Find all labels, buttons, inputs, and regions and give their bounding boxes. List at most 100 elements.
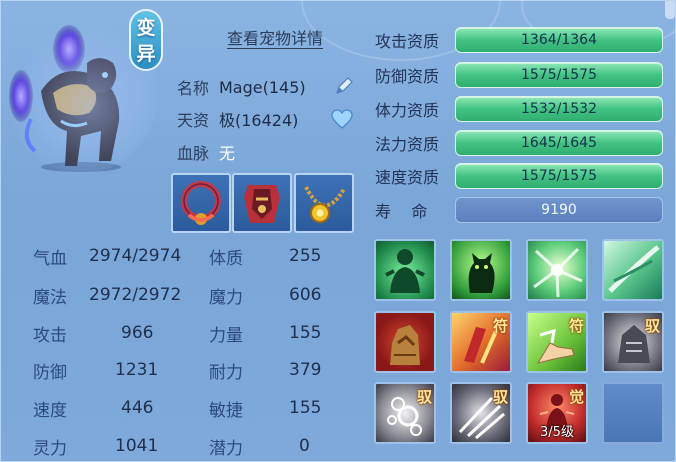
skill-tag: 驭 (416, 388, 432, 406)
pet-info-panel: 变 异 查看宠物详情 名称 Mage(145) 天资 极(16424) 血脉 无 (0, 0, 676, 462)
skill-tag: 符 (492, 317, 508, 335)
green-spirit-skill-icon (385, 249, 425, 293)
bloodline-value: 无 (219, 144, 236, 163)
aptitude-bar: 1532/1532 (455, 96, 663, 122)
skill-slot[interactable]: 驭 (450, 382, 512, 444)
stat-defense: 防御 1231 (33, 357, 158, 383)
stat-label: 气血 (33, 248, 67, 269)
stat-spirit: 灵力 1041 (33, 433, 158, 459)
rock-golem-skill-icon (390, 325, 420, 365)
skill-slot[interactable] (374, 311, 436, 373)
bloodline-row: 血脉 无 (177, 140, 235, 164)
stat-value: 255 (289, 246, 322, 266)
skill-slot[interactable]: 符 (450, 311, 512, 373)
bloodline-label: 血脉 (177, 144, 210, 163)
stat-label: 敏捷 (209, 400, 243, 421)
talent-row: 天资 极(16424) (177, 107, 298, 131)
view-pet-details-link[interactable]: 查看宠物详情 (213, 25, 337, 49)
scrollbar-thumb[interactable] (665, 1, 675, 19)
aptitude-speed: 速度资质 1575/1575 (375, 163, 663, 189)
red-armor-icon (244, 185, 280, 223)
equip-slot-collar[interactable] (171, 173, 231, 233)
aptitude-mana: 法力资质 1645/1645 (375, 130, 663, 156)
stat-magic-power: 魔力 606 (209, 282, 321, 308)
mutation-badge: 变 异 (129, 9, 163, 71)
stat-label: 灵力 (33, 438, 67, 459)
stat-value: 1041 (115, 436, 159, 456)
skill-tag: 驭 (644, 317, 660, 335)
shadow-cat-skill-icon (468, 253, 495, 293)
aptitude-bar: 1575/1575 (455, 62, 663, 88)
aptitude-stamina: 体力资质 1532/1532 (375, 96, 663, 122)
stat-label: 魔法 (33, 287, 67, 308)
stat-label: 速度 (33, 400, 67, 421)
stat-speed: 速度 446 (33, 395, 153, 421)
lifespan-label: 寿 命 (375, 202, 428, 221)
name-label: 名称 (177, 79, 210, 98)
equip-slot-necklace[interactable] (294, 173, 354, 233)
stat-hp: 气血 2974/2974 (33, 243, 181, 269)
stat-agility: 敏捷 155 (209, 395, 321, 421)
stat-endurance: 耐力 379 (209, 357, 321, 383)
skill-tag: 符 (568, 317, 584, 335)
stat-value: 155 (289, 398, 322, 418)
stat-label: 魔力 (209, 287, 243, 308)
badge-char: 变 (136, 17, 156, 39)
heart-icon (331, 109, 353, 129)
stat-label: 力量 (209, 325, 243, 346)
name-row: 名称 Mage(145) (177, 75, 306, 99)
lifespan-bar: 9190 (455, 197, 663, 223)
skill-slot[interactable]: 驭 (602, 311, 664, 373)
aptitude-label: 速度资质 (375, 168, 440, 187)
aptitude-defense: 防御资质 1575/1575 (375, 62, 663, 88)
skill-slot[interactable] (374, 239, 436, 301)
skill-tag: 驭 (492, 388, 508, 406)
stat-strength: 力量 155 (209, 320, 321, 346)
stat-value: 155 (289, 323, 322, 343)
stat-attack: 攻击 966 (33, 320, 153, 346)
lifespan-row: 寿 命 9190 (375, 197, 663, 223)
skill-slot[interactable] (526, 239, 588, 301)
skill-tag: 觉 (568, 388, 584, 406)
aptitude-label: 防御资质 (375, 67, 440, 86)
wind-slash-skill-icon (608, 245, 660, 293)
aptitude-attack: 攻击资质 1364/1364 (375, 27, 663, 53)
name-value: Mage(145) (219, 77, 306, 97)
skill-level: 3/5级 (540, 425, 574, 440)
stat-value: 379 (289, 360, 322, 380)
aptitude-bar: 1364/1364 (455, 27, 663, 53)
stat-value: 0 (299, 436, 310, 456)
red-collar-icon (181, 181, 221, 225)
skill-slot[interactable]: 觉 3/5级 (526, 382, 588, 444)
aptitude-label: 法力资质 (375, 135, 440, 154)
stat-label: 攻击 (33, 325, 67, 346)
skill-slot-empty[interactable] (602, 382, 664, 444)
green-burst-skill-icon (533, 247, 583, 298)
gold-necklace-icon (304, 186, 346, 223)
skill-slot[interactable] (450, 239, 512, 301)
aptitude-label: 体力资质 (375, 101, 440, 120)
talent-value: 极(16424) (219, 111, 299, 130)
skill-slot[interactable]: 符 (526, 311, 588, 373)
talent-label: 天资 (177, 111, 210, 130)
stat-value: 2974/2974 (89, 246, 182, 266)
stat-mp: 魔法 2972/2972 (33, 282, 181, 308)
equip-slot-armor[interactable] (232, 173, 292, 233)
stat-value: 446 (121, 398, 154, 418)
stat-label: 体质 (209, 248, 243, 269)
stat-potential: 潜力 0 (209, 433, 310, 459)
favorite-button[interactable] (329, 107, 355, 131)
badge-char: 异 (136, 43, 156, 65)
rename-button[interactable] (331, 74, 357, 98)
stat-label: 潜力 (209, 438, 243, 459)
aptitude-label: 攻击资质 (375, 32, 440, 51)
stat-value: 2972/2972 (89, 285, 182, 305)
stat-label: 耐力 (209, 362, 243, 383)
stat-label: 防御 (33, 362, 67, 383)
pencil-icon (336, 77, 353, 94)
aptitude-bar: 1645/1645 (455, 130, 663, 156)
stat-value: 1231 (115, 360, 159, 380)
stat-value: 966 (121, 323, 154, 343)
skill-slot[interactable] (602, 239, 664, 301)
skill-slot[interactable]: 驭 (374, 382, 436, 444)
